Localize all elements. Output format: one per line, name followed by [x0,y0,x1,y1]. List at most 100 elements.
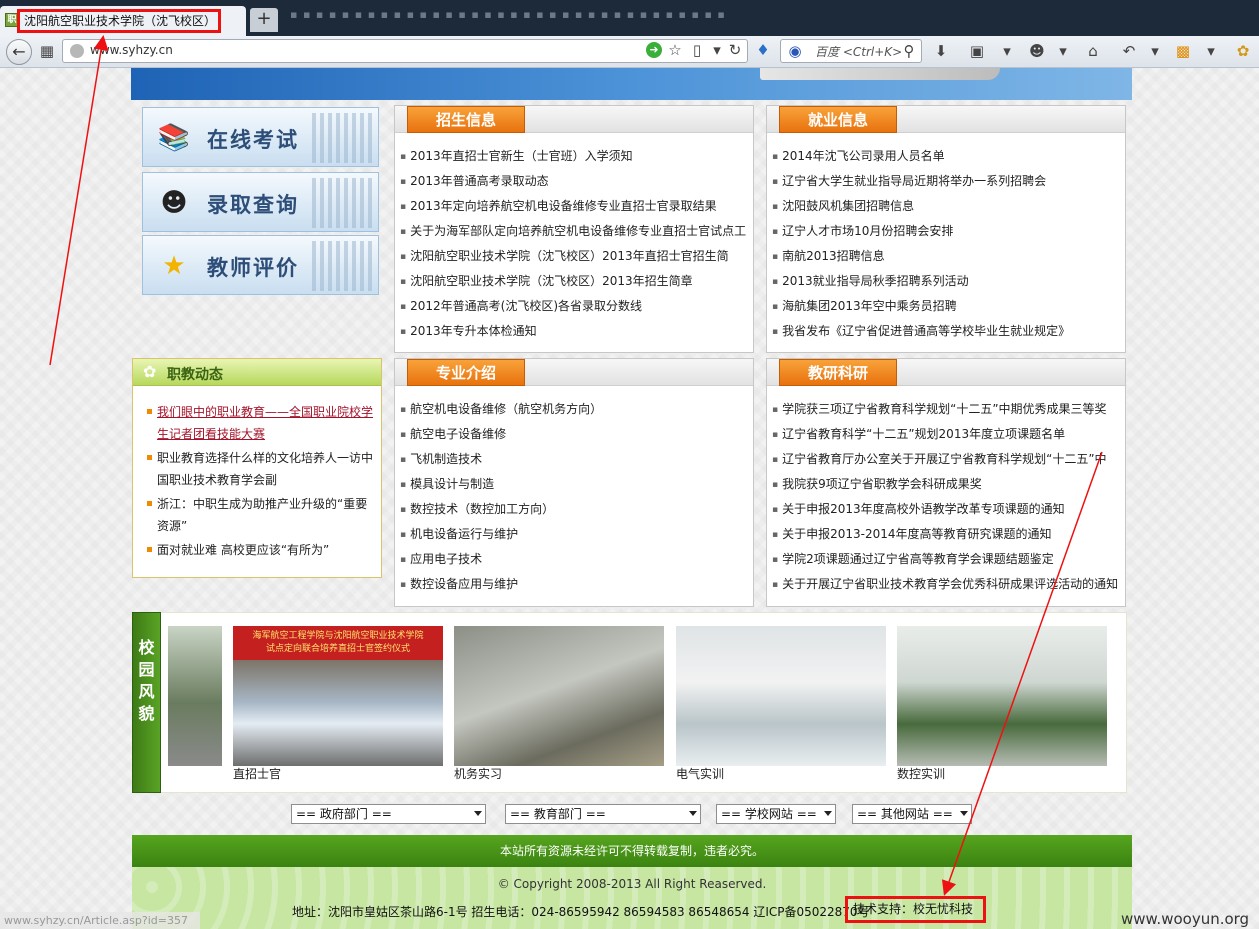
tech-support-highlight[interactable]: 技术支持：校无忧科技 [845,896,986,923]
list-item-link[interactable]: 2014年沈飞公司录用人员名单 [772,144,1122,169]
address-bar-url[interactable]: www.syhzy.cn [90,43,173,57]
go-arrow-icon[interactable]: ➜ [646,42,662,58]
list-item-link[interactable]: 航空电子设备维修 [400,422,750,447]
research-list: 学院获三项辽宁省教育科学规划“十二五”中期优秀成果三等奖 辽宁省教育科学“十二五… [772,397,1122,597]
dropdown-chevron-icon[interactable]: ▾ [996,40,1018,62]
dropdown-chevron-icon[interactable]: ▾ [1200,40,1222,62]
news-link[interactable]: 职业教育选择什么样的文化培养人一访中国职业技术教育学会副 [157,451,373,487]
chevron-down-icon [689,811,697,816]
photo-cnc-training[interactable] [897,626,1107,766]
list-item-link[interactable]: 我省发布《辽宁省促进普通高等学校毕业生就业规定》 [772,319,1122,344]
list-item-link[interactable]: 关于开展辽宁省职业技术教育学会优秀科研成果评选活动的通知 [772,572,1122,597]
list-item-link[interactable]: 航空机电设备维修（航空机务方向） [400,397,750,422]
list-item[interactable]: 我们眼中的职业教育——全国职业院校学生记者团看技能大赛 [147,401,375,445]
baidu-paw-icon[interactable]: ◉ [784,40,806,62]
admission-query-button[interactable]: ☻ 录取查询 [142,172,379,232]
list-item-link[interactable]: 沈阳航空职业技术学院（沈飞校区）2013年招生简章 [400,269,750,294]
news-link[interactable]: 我们眼中的职业教育——全国职业院校学生记者团看技能大赛 [157,405,373,441]
panel-header: 就业信息 [767,106,1125,133]
download-icon[interactable]: ⬇ [930,40,952,62]
bookmark-star-icon[interactable]: ☆ [664,39,686,61]
list-item-link[interactable]: 学院2项课题通过辽宁省高等教育学会课题结题鉴定 [772,547,1122,572]
list-item[interactable]: 职业教育选择什么样的文化培养人一访中国职业技术教育学会副 [147,447,375,491]
nav-button-label: 录取查询 [207,193,299,217]
list-item-link[interactable]: 海航集团2013年空中乘务员招聘 [772,294,1122,319]
list-item-link[interactable]: 关于申报2013-2014年度高等教育研究课题的通知 [772,522,1122,547]
screenshot-icon[interactable]: ▣ [966,40,988,62]
books-icon: 📚 [157,123,191,153]
photo-caption[interactable]: 直招士官 [233,765,281,782]
watermark: www.wooyun.org [1121,910,1250,928]
new-tab-button[interactable]: + [250,8,278,32]
copyright-text: © Copyright 2008-2013 All Right Reaserve… [497,877,767,891]
government-links-select[interactable]: == 政府部门 == [291,804,486,824]
list-item-link[interactable]: 模具设计与制造 [400,472,750,497]
list-item-link[interactable]: 2012年普通高考(沈飞校区)各省录取分数线 [400,294,750,319]
list-item-link[interactable]: 我院获9项辽宁省职教学会科研成果奖 [772,472,1122,497]
reload-icon[interactable]: ↻ [724,39,746,61]
list-item-link[interactable]: 辽宁省教育厅办公室关于开展辽宁省教育科学规划“十二五”中 [772,447,1122,472]
decorative-photo [312,113,372,163]
mobile-icon[interactable]: ▯ [686,39,708,61]
news-link[interactable]: 面对就业难 高校更应该“有所为” [157,543,329,557]
other-links-select[interactable]: == 其他网站 == [852,804,972,824]
panel-header: 教研科研 [767,359,1125,386]
list-item-link[interactable]: 2013年定向培养航空机电设备维修专业直招士官录取结果 [400,194,750,219]
home-icon[interactable]: ⌂ [1082,40,1104,62]
list-item-link[interactable]: 辽宁人才市场10月份招聘会安排 [772,219,1122,244]
panel-header: ✿ 职教动态 [133,359,381,386]
photo-caption[interactable]: 机务实习 [454,765,502,782]
majors-list: 航空机电设备维修（航空机务方向） 航空电子设备维修 飞机制造技术 模具设计与制造… [400,397,750,597]
search-icon[interactable]: ⚲ [898,40,920,62]
list-item-link[interactable]: 数控技术（数控加工方向） [400,497,750,522]
history-icon[interactable]: ▦ [36,40,58,62]
list-item-link[interactable]: 沈阳航空职业技术学院（沈飞校区）2013年直招士官招生简 [400,244,750,269]
news-link[interactable]: 浙江：中职生成为助推产业升级的“重要资源” [157,497,367,533]
list-item[interactable]: 面对就业难 高校更应该“有所为” [147,539,375,561]
list-item-link[interactable]: 关于申报2013年度高校外语教学改革专项课题的通知 [772,497,1122,522]
list-item-link[interactable]: 应用电子技术 [400,547,750,572]
back-arrow-icon[interactable]: ← [6,39,32,65]
education-links-select[interactable]: == 教育部门 == [505,804,701,824]
list-item-link[interactable]: 辽宁省大学生就业指导局近期将举办一系列招聘会 [772,169,1122,194]
panel-title[interactable]: 就业信息 [779,106,897,133]
dropdown-chevron-icon[interactable]: ▾ [1052,40,1074,62]
background-tabs[interactable]: ▪ ▪ ▪ ▪ ▪ ▪ ▪ ▪ ▪ ▪ ▪ ▪ ▪ ▪ ▪ ▪ ▪ ▪ ▪ ▪ … [290,8,1250,30]
list-item-link[interactable]: 沈阳鼓风机集团招聘信息 [772,194,1122,219]
apps-grid-icon[interactable]: ▩ [1172,40,1194,62]
smiley-icon[interactable]: ☻ [1026,40,1048,62]
photo-caption[interactable]: 数控实训 [897,765,945,782]
list-item-link[interactable]: 辽宁省教育科学“十二五”规划2013年度立项课题名单 [772,422,1122,447]
search-placeholder[interactable]: 百度 <Ctrl+K> [815,43,902,60]
address-text: 地址：沈阳市皇姑区茶山路6-1号 招生电话：024-86595942 86594… [292,905,870,919]
photo-aircraft-practice[interactable] [454,626,664,766]
list-item[interactable]: 浙江：中职生成为助推产业升级的“重要资源” [147,493,375,537]
panel-title[interactable]: 专业介绍 [407,359,525,386]
decorative-photo [312,178,372,228]
admissions-info-panel: 招生信息 2013年直招士官新生（士官班）入学须知 2013年普通高考录取动态 … [394,105,754,353]
dropdown-chevron-icon[interactable]: ▾ [1144,40,1166,62]
list-item-link[interactable]: 南航2013招聘信息 [772,244,1122,269]
addon-icon[interactable]: ♦ [752,39,774,61]
online-exam-button[interactable]: 📚 在线考试 [142,107,379,167]
list-item-link[interactable]: 学院获三项辽宁省教育科学规划“十二五”中期优秀成果三等奖 [772,397,1122,422]
decorative-photo [312,241,372,291]
undo-icon[interactable]: ↶ [1118,40,1140,62]
partial-photo[interactable] [168,626,222,766]
list-item-link[interactable]: 数控设备应用与维护 [400,572,750,597]
extension-icon[interactable]: ✿ [1232,40,1254,62]
list-item-link[interactable]: 2013年普通高考录取动态 [400,169,750,194]
school-links-select[interactable]: == 学校网站 == [716,804,836,824]
list-item-link[interactable]: 关于为海军部队定向培养航空机电设备维修专业直招士官试点工 [400,219,750,244]
list-item-link[interactable]: 2013就业指导局秋季招聘系列活动 [772,269,1122,294]
photo-caption[interactable]: 电气实训 [676,765,724,782]
panel-title[interactable]: 招生信息 [407,106,525,133]
photo-signing-ceremony[interactable]: 海军航空工程学院与沈阳航空职业技术学院 试点定向联合培养直招士官签约仪式 [233,626,443,766]
list-item-link[interactable]: 机电设备运行与维护 [400,522,750,547]
panel-title[interactable]: 教研科研 [779,359,897,386]
photo-electrical-training[interactable] [676,626,886,766]
list-item-link[interactable]: 2013年专升本体检通知 [400,319,750,344]
list-item-link[interactable]: 2013年直招士官新生（士官班）入学须知 [400,144,750,169]
list-item-link[interactable]: 飞机制造技术 [400,447,750,472]
teacher-evaluation-button[interactable]: ★ 教师评价 [142,235,379,295]
